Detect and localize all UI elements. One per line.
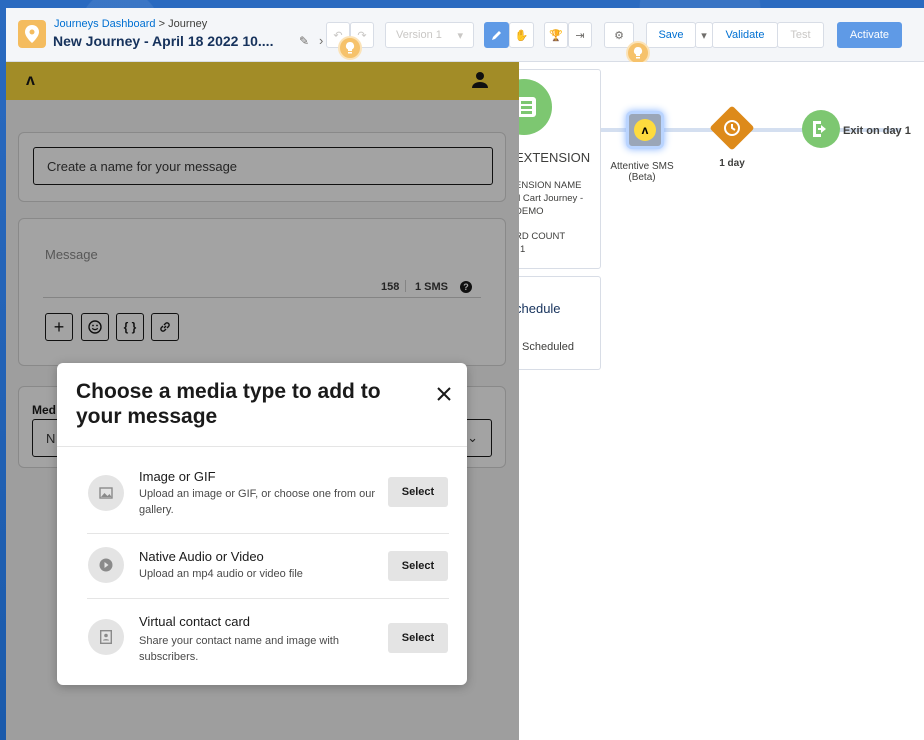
journey-header: Journeys Dashboard > Journey New Journey… xyxy=(6,8,924,65)
attentive-logo-icon: ʌ xyxy=(634,119,656,141)
clock-icon xyxy=(721,117,743,139)
pencil-icon xyxy=(491,31,501,40)
media-option-contact-card: Virtual contact card Share your contact … xyxy=(87,599,449,673)
record-count-label: RD COUNT xyxy=(515,231,566,242)
select-contact-card-button[interactable]: Select xyxy=(388,623,448,653)
entry-source-card[interactable]: EXTENSION ENSION NAME d Cart Journey - D… xyxy=(496,69,601,269)
journey-canvas[interactable]: EXTENSION ENSION NAME d Cart Journey - D… xyxy=(496,62,924,740)
media-option-audio-video: Native Audio or Video Upload an mp4 audi… xyxy=(87,534,449,599)
save-dropdown-button[interactable]: ▾ xyxy=(695,22,713,48)
extension-title: EXTENSION xyxy=(515,150,591,165)
option-title: Virtual contact card xyxy=(139,614,251,629)
goal-button[interactable]: 🏆 xyxy=(544,22,568,48)
chevron-right-icon[interactable]: › xyxy=(319,33,323,48)
modal-title: Choose a media type to add to your messa… xyxy=(76,380,381,428)
validate-button[interactable]: Validate xyxy=(712,22,778,48)
record-count-value: 1 xyxy=(520,244,526,255)
lightbulb-icon[interactable] xyxy=(338,36,362,60)
wait-label: 1 day xyxy=(719,158,745,169)
attentive-sms-node[interactable]: ʌ xyxy=(626,111,664,149)
option-description: Share your contact name and image with s… xyxy=(139,635,339,663)
chevron-down-icon: ▾ xyxy=(457,29,463,42)
extension-name-label: ENSION NAME xyxy=(515,180,582,191)
schedule-title: chedule xyxy=(515,301,561,316)
play-icon xyxy=(88,547,124,583)
record-count: RD COUNT 1 xyxy=(515,230,605,256)
version-select[interactable]: Version 1 ▾ xyxy=(385,22,474,48)
edit-mode-button[interactable] xyxy=(484,22,509,48)
edit-title-icon[interactable]: ✎ xyxy=(299,34,309,48)
test-button[interactable]: Test xyxy=(777,22,824,48)
extension-name: ENSION NAME d Cart Journey - DEMO xyxy=(515,179,595,218)
activate-button[interactable]: Activate xyxy=(837,22,902,48)
option-description: Upload an mp4 audio or video file xyxy=(139,568,303,580)
breadcrumb-journeys-dashboard[interactable]: Journeys Dashboard xyxy=(54,18,156,30)
save-button[interactable]: Save xyxy=(646,22,696,48)
journey-icon xyxy=(18,20,46,48)
contact-card-icon xyxy=(88,619,124,655)
extension-name-value2: DEMO xyxy=(515,206,544,217)
schedule-card[interactable]: chedule Scheduled xyxy=(509,276,601,370)
schedule-status: Scheduled xyxy=(522,341,574,353)
journey-title[interactable]: New Journey - April 18 2022 10.... xyxy=(53,33,273,49)
breadcrumb-journey: Journey xyxy=(168,18,208,30)
media-option-image: Image or GIF Upload an image or GIF, or … xyxy=(87,461,449,534)
option-title: Image or GIF xyxy=(139,469,216,484)
exit-icon xyxy=(813,121,826,137)
extension-name-value: d Cart Journey - xyxy=(515,193,584,204)
breadcrumb-separator: > xyxy=(158,18,166,30)
close-icon[interactable] xyxy=(435,385,453,403)
drag-mode-button[interactable]: ✋ xyxy=(509,22,534,48)
option-title: Native Audio or Video xyxy=(139,549,264,564)
select-audio-video-button[interactable]: Select xyxy=(388,551,448,581)
media-type-modal: Choose a media type to add to your messa… xyxy=(57,363,467,685)
breadcrumb: Journeys Dashboard > Journey xyxy=(54,18,207,30)
exit-label: Exit on day 1 xyxy=(843,125,911,137)
select-image-button[interactable]: Select xyxy=(388,477,448,507)
option-description: Upload an image or GIF, or choose one fr… xyxy=(139,488,376,516)
version-label: Version 1 xyxy=(396,29,442,41)
exit-node[interactable] xyxy=(802,110,840,148)
modal-divider xyxy=(57,446,467,447)
image-icon xyxy=(88,475,124,511)
sms-node-label: Attentive SMS (Beta) xyxy=(610,161,674,183)
exit-criteria-button[interactable]: ⇥ xyxy=(568,22,592,48)
